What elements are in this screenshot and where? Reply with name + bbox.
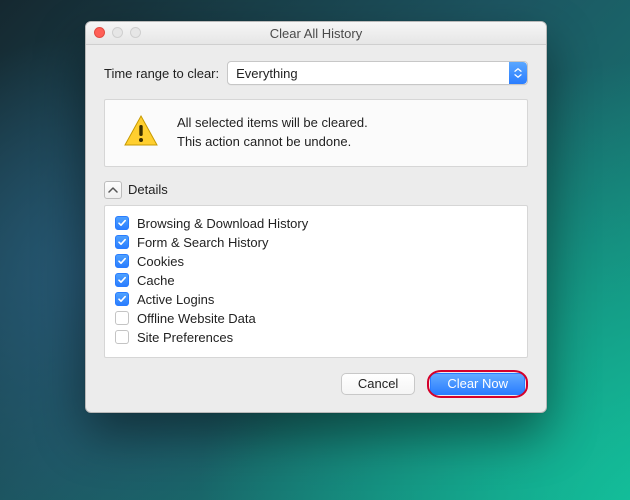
checkbox-checked-icon[interactable]: [115, 292, 129, 306]
window-controls: [94, 27, 141, 38]
time-range-select[interactable]: Everything: [227, 61, 528, 85]
details-header[interactable]: Details: [104, 181, 528, 199]
details-item-label: Active Logins: [137, 292, 214, 307]
dialog-buttons: Cancel Clear Now: [104, 370, 528, 398]
minimize-window-button: [112, 27, 123, 38]
warning-icon: [123, 114, 159, 151]
checkbox-unchecked-icon[interactable]: [115, 311, 129, 325]
window-title: Clear All History: [270, 26, 362, 41]
titlebar[interactable]: Clear All History: [86, 22, 546, 45]
checkbox-checked-icon[interactable]: [115, 235, 129, 249]
time-range-value: Everything: [236, 66, 297, 81]
warning-line-2: This action cannot be undone.: [177, 133, 368, 152]
details-item-label: Form & Search History: [137, 235, 268, 250]
details-item[interactable]: Form & Search History: [115, 233, 517, 252]
details-item-label: Site Preferences: [137, 330, 233, 345]
checkbox-checked-icon[interactable]: [115, 216, 129, 230]
details-item[interactable]: Active Logins: [115, 290, 517, 309]
time-range-row: Time range to clear: Everything: [104, 61, 528, 85]
cancel-button[interactable]: Cancel: [341, 373, 415, 395]
clear-now-button-label: Clear Now: [447, 376, 508, 391]
zoom-window-button: [130, 27, 141, 38]
checkbox-unchecked-icon[interactable]: [115, 330, 129, 344]
details-item-label: Cookies: [137, 254, 184, 269]
desktop-background: Clear All History Time range to clear: E…: [0, 0, 630, 500]
details-item[interactable]: Offline Website Data: [115, 309, 517, 328]
disclosure-toggle[interactable]: [104, 181, 122, 199]
details-list: Browsing & Download History Form & Search…: [104, 205, 528, 358]
checkbox-checked-icon[interactable]: [115, 254, 129, 268]
dialog-content: Time range to clear: Everything: [86, 45, 546, 412]
details-label: Details: [128, 182, 168, 197]
details-item[interactable]: Site Preferences: [115, 328, 517, 347]
close-window-button[interactable]: [94, 27, 105, 38]
warning-box: All selected items will be cleared. This…: [104, 99, 528, 167]
details-item-label: Browsing & Download History: [137, 216, 308, 231]
warning-line-1: All selected items will be cleared.: [177, 114, 368, 133]
select-stepper-icon: [509, 62, 527, 84]
cancel-button-label: Cancel: [358, 376, 398, 391]
details-item[interactable]: Cache: [115, 271, 517, 290]
details-item[interactable]: Cookies: [115, 252, 517, 271]
warning-text: All selected items will be cleared. This…: [177, 114, 368, 152]
clear-now-highlight: Clear Now: [427, 370, 528, 398]
checkbox-checked-icon[interactable]: [115, 273, 129, 287]
dialog-window: Clear All History Time range to clear: E…: [85, 21, 547, 413]
clear-now-button[interactable]: Clear Now: [430, 373, 525, 395]
details-item[interactable]: Browsing & Download History: [115, 214, 517, 233]
details-item-label: Cache: [137, 273, 175, 288]
time-range-label: Time range to clear:: [104, 66, 219, 81]
details-item-label: Offline Website Data: [137, 311, 256, 326]
